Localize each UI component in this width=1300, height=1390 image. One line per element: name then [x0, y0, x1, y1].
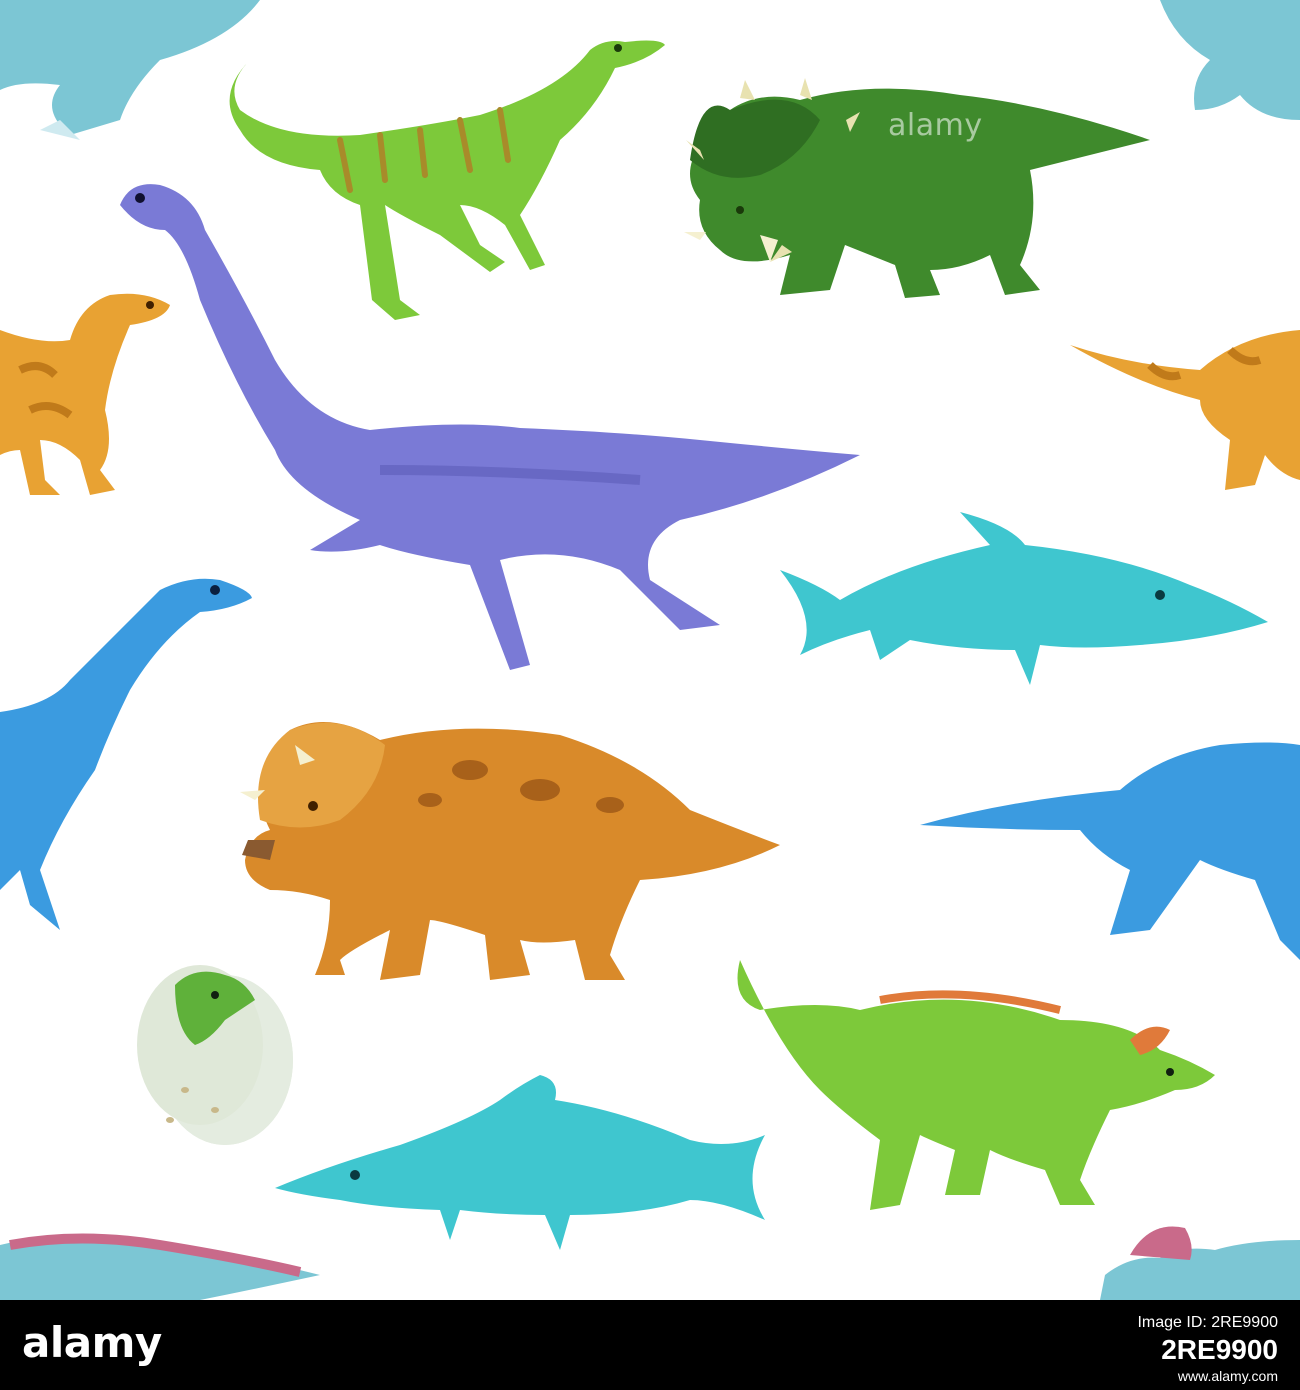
dinosaur-pattern: alamy [0, 0, 1300, 1300]
blue-dino-topleft [0, 0, 260, 140]
alamy-logo[interactable]: alamy [22, 1318, 162, 1367]
footer-bar: alamy Image ID: 2RE9900 2RE9900 www.alam… [0, 1300, 1300, 1390]
image-id: 2RE9900 [1161, 1334, 1278, 1365]
green-lambeosaurus [737, 960, 1215, 1210]
blue-dino-topright [1160, 0, 1300, 120]
orange-dino-right [1070, 330, 1300, 490]
baby-dino-egg [137, 965, 293, 1145]
cyan-ichthyosaur-right [780, 512, 1268, 685]
green-raptor [229, 40, 666, 320]
teal-dino-bottomleft [0, 1233, 320, 1300]
blue-plesiosaur-left [0, 578, 252, 930]
watermark: alamy [888, 108, 983, 143]
orange-dino-left [0, 293, 170, 495]
site-url[interactable]: www.alamy.com [1178, 1368, 1278, 1384]
dinosaur-illustration [0, 0, 1300, 1300]
cyan-ichthyosaur-bottom [275, 1075, 765, 1250]
teal-dino-bottomright [1100, 1226, 1300, 1300]
orange-triceratops [240, 722, 780, 980]
blue-plesiosaur-right [920, 742, 1300, 960]
image-id-label: Image ID: 2RE9900 [1137, 1314, 1278, 1331]
